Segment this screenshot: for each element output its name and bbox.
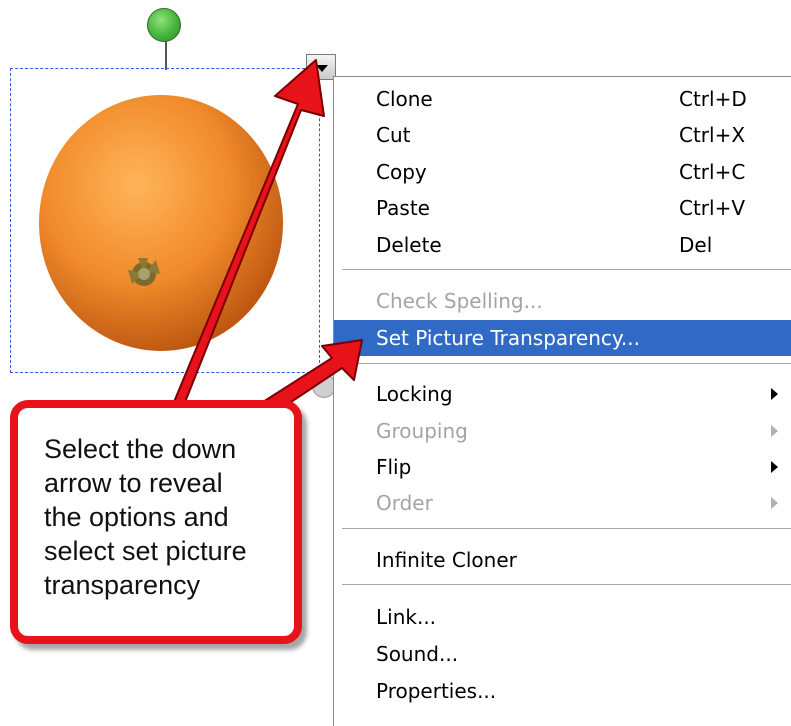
callout-text: Select the down arrow to reveal the opti…	[44, 432, 294, 602]
callout-line: arrow to reveal	[44, 468, 223, 498]
callout-line: select set picture	[44, 536, 247, 566]
instruction-callout: Select the down arrow to reveal the opti…	[10, 400, 302, 644]
callout-line: the options and	[44, 502, 229, 532]
callout-line: Select the down	[44, 434, 237, 464]
callout-line: transparency	[44, 570, 201, 600]
